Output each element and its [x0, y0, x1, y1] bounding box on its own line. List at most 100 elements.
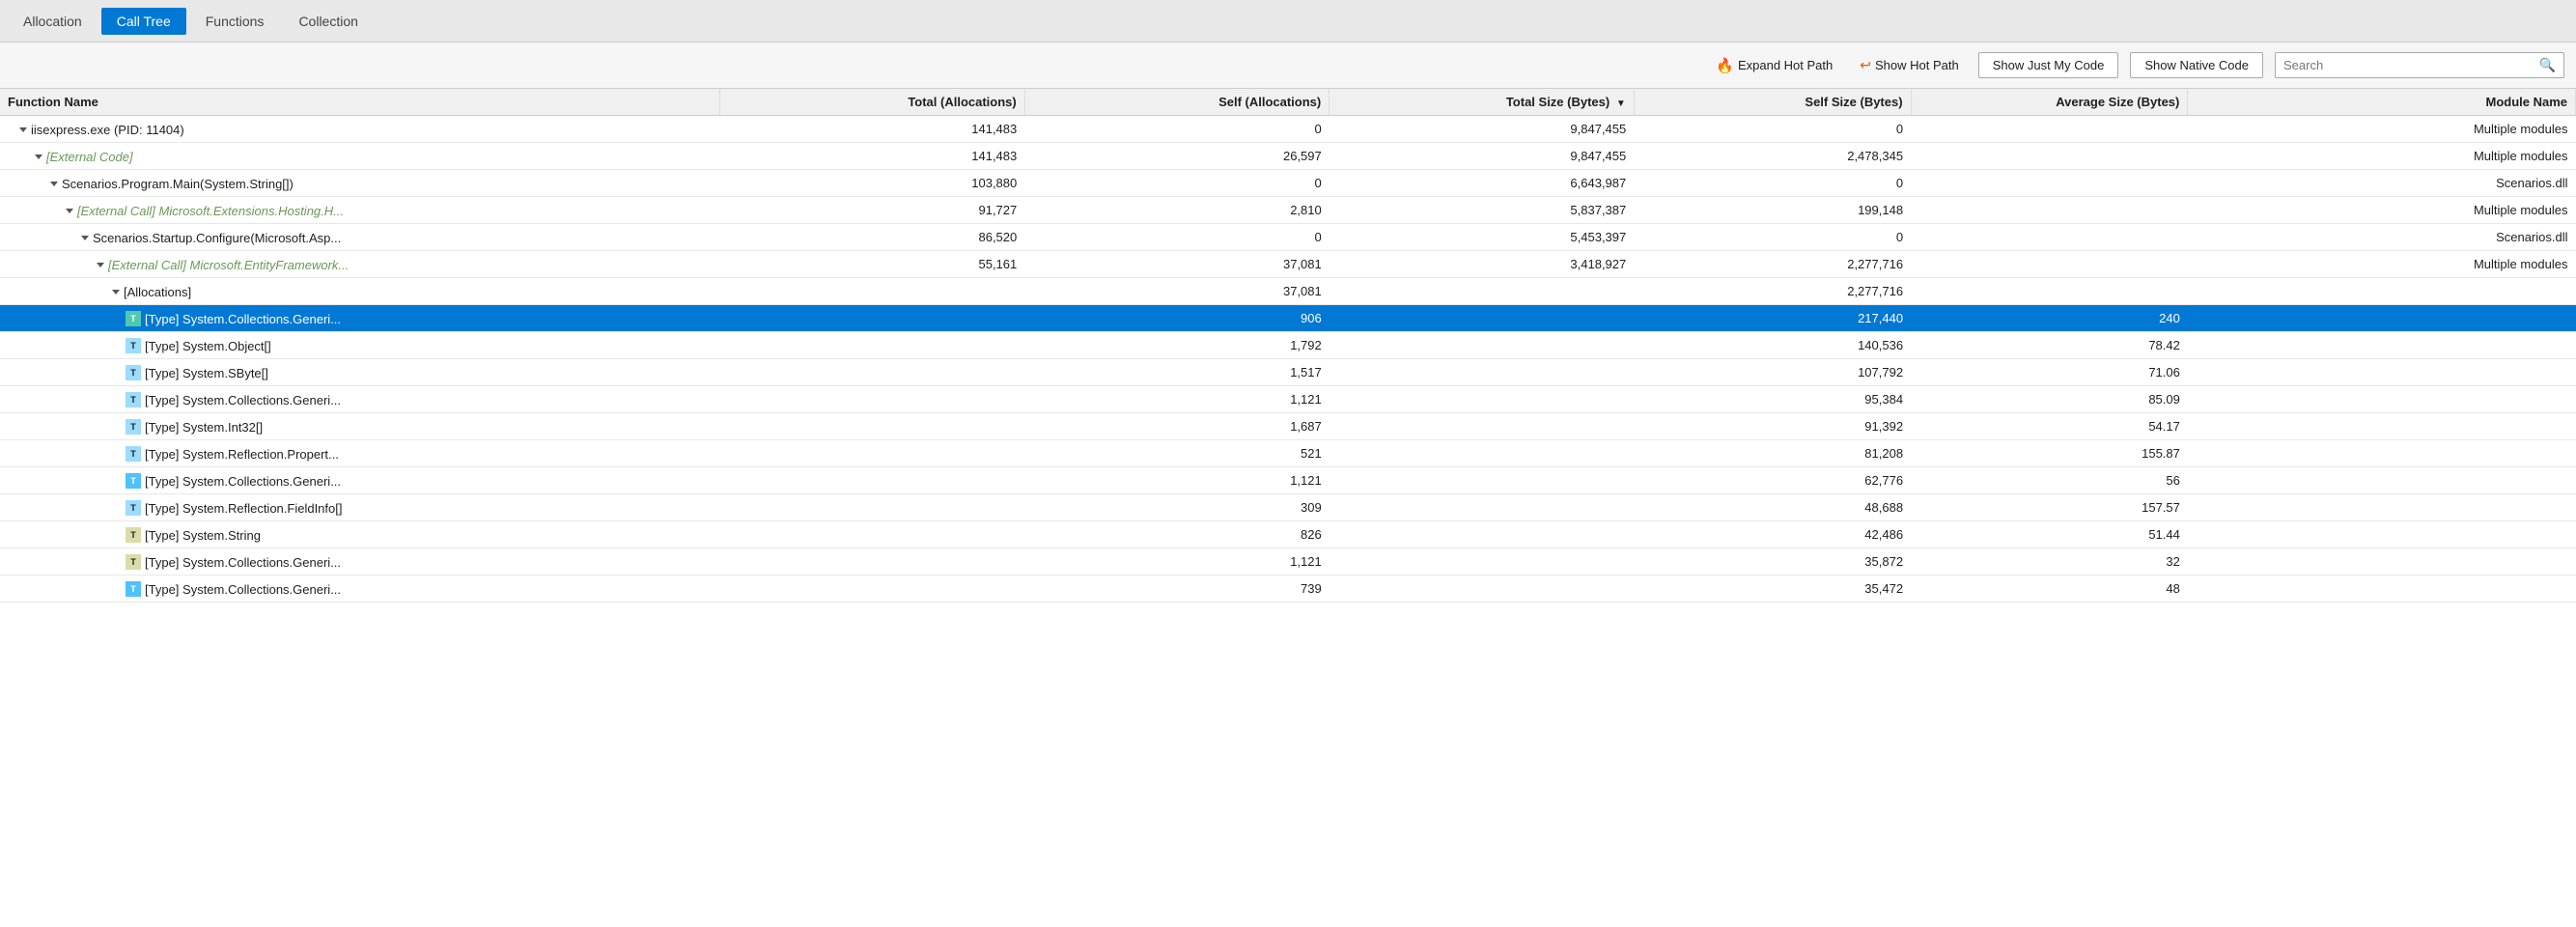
cell-total_size: 5,453,397: [1330, 224, 1635, 251]
function-label: [Type] System.Object[]: [145, 339, 271, 353]
cell-total_size: [1330, 576, 1635, 603]
table-row[interactable]: [External Code] 141,48326,5979,847,4552,…: [0, 143, 2576, 170]
col-header-total-size[interactable]: Total Size (Bytes) ▼: [1330, 89, 1635, 116]
table-row[interactable]: T[Type] System.Collections.Generi...7393…: [0, 576, 2576, 603]
table-row[interactable]: T[Type] System.Object[]1,792140,53678.42: [0, 332, 2576, 359]
cell-total_alloc: [720, 467, 1025, 494]
table-row[interactable]: T[Type] System.Collections.Generi...1,12…: [0, 386, 2576, 413]
col-header-module[interactable]: Module Name: [2188, 89, 2576, 116]
cell-total_size: [1330, 332, 1635, 359]
cell-total_size: [1330, 359, 1635, 386]
search-box[interactable]: 🔍: [2275, 52, 2564, 78]
function-label: [Allocations]: [124, 285, 191, 299]
tab-call-tree[interactable]: Call Tree: [101, 8, 186, 35]
fire-icon: 🔥: [1716, 57, 1734, 74]
cell-self_alloc: 309: [1024, 494, 1330, 521]
expand-toggle[interactable]: [External Call] Microsoft.EntityFramewor…: [97, 258, 349, 272]
search-icon[interactable]: 🔍: [2539, 57, 2556, 73]
cell-module: Multiple modules: [2188, 197, 2576, 224]
show-just-my-code-button[interactable]: Show Just My Code: [1978, 52, 2119, 78]
function-label: [Type] System.Reflection.Propert...: [145, 447, 339, 462]
function-label: [Type] System.Collections.Generi...: [145, 555, 341, 570]
table-row[interactable]: T [Type] System.Collections.Generi... 1,12…: [0, 548, 2576, 576]
cell-total_size: [1330, 521, 1635, 548]
cell-self_alloc: 1,121: [1024, 548, 1330, 576]
type-icon: T: [126, 419, 141, 435]
cell-self_size: 48,688: [1634, 494, 1911, 521]
cell-self_alloc: 37,081: [1024, 278, 1330, 305]
cell-self_size: 62,776: [1634, 467, 1911, 494]
cell-module: [2188, 413, 2576, 440]
cell-self_size: 42,486: [1634, 521, 1911, 548]
expand-toggle[interactable]: Scenarios.Program.Main(System.String[]): [50, 177, 294, 191]
type-cell: T[Type] System.Collections.Generi...: [126, 392, 341, 407]
show-hot-path-label: Show Hot Path: [1875, 58, 1959, 72]
col-header-function[interactable]: Function Name: [0, 89, 720, 116]
table-row[interactable]: T[Type] System.Collections.Generi...1,12…: [0, 467, 2576, 494]
table-row[interactable]: T[Type] System.Reflection.Propert...5218…: [0, 440, 2576, 467]
table-row[interactable]: T[Type] System.String82642,48651.44: [0, 521, 2576, 548]
col-header-self-alloc[interactable]: Self (Allocations): [1024, 89, 1330, 116]
cell-avg_size: 78.42: [1911, 332, 2188, 359]
cell-total_size: [1330, 386, 1635, 413]
cell-module: [2188, 576, 2576, 603]
cell-total_size: [1330, 440, 1635, 467]
cell-self_size: 107,792: [1634, 359, 1911, 386]
external-code-label: [External Code]: [46, 150, 133, 164]
cell-avg_size: 157.57: [1911, 494, 2188, 521]
cell-self_size: 81,208: [1634, 440, 1911, 467]
cell-self_alloc: 1,687: [1024, 413, 1330, 440]
cell-self_size: 140,536: [1634, 332, 1911, 359]
cell-total_alloc: [720, 413, 1025, 440]
table-row[interactable]: Scenarios.Startup.Configure(Microsoft.As…: [0, 224, 2576, 251]
table-row[interactable]: Scenarios.Program.Main(System.String[]) …: [0, 170, 2576, 197]
function-label: [Type] System.Collections.Generi...: [145, 474, 341, 489]
cell-self_alloc: 1,517: [1024, 359, 1330, 386]
function-label: [Type] System.SByte[]: [145, 366, 268, 380]
table-row[interactable]: iisexpress.exe (PID: 11404) 141,48309,84…: [0, 116, 2576, 143]
show-hot-path-button[interactable]: ↩ Show Hot Path: [1852, 53, 1966, 77]
function-label: [Type] System.String: [145, 528, 261, 543]
show-native-code-button[interactable]: Show Native Code: [2130, 52, 2263, 78]
cell-total_size: 5,837,387: [1330, 197, 1635, 224]
type-icon: T: [126, 554, 141, 570]
expand-triangle: [35, 154, 42, 159]
cell-avg_size: 85.09: [1911, 386, 2188, 413]
expand-hot-path-button[interactable]: 🔥 Expand Hot Path: [1708, 53, 1840, 78]
cell-self_alloc: 1,792: [1024, 332, 1330, 359]
col-header-self-size[interactable]: Self Size (Bytes): [1634, 89, 1911, 116]
tab-functions[interactable]: Functions: [190, 8, 280, 35]
col-header-avg-size[interactable]: Average Size (Bytes): [1911, 89, 2188, 116]
table-row[interactable]: T[Type] System.Collections.Generi...9062…: [0, 305, 2576, 332]
table-row[interactable]: [External Call] Microsoft.Extensions.Hos…: [0, 197, 2576, 224]
expand-toggle[interactable]: iisexpress.exe (PID: 11404): [19, 123, 184, 137]
table-row[interactable]: [Allocations] 37,0812,277,716: [0, 278, 2576, 305]
cell-avg_size: [1911, 197, 2188, 224]
table-row[interactable]: [External Call] Microsoft.EntityFramewor…: [0, 251, 2576, 278]
cell-total_alloc: 141,483: [720, 143, 1025, 170]
expand-toggle[interactable]: [Allocations]: [112, 285, 191, 299]
cell-total_alloc: [720, 521, 1025, 548]
expand-toggle[interactable]: [External Call] Microsoft.Extensions.Hos…: [66, 204, 344, 218]
type-icon: T: [126, 446, 141, 462]
table-row[interactable]: T[Type] System.SByte[]1,517107,79271.06: [0, 359, 2576, 386]
cell-module: Multiple modules: [2188, 116, 2576, 143]
cell-total_alloc: 103,880: [720, 170, 1025, 197]
cell-self_alloc: 37,081: [1024, 251, 1330, 278]
search-input[interactable]: [2283, 58, 2539, 72]
expand-toggle[interactable]: Scenarios.Startup.Configure(Microsoft.As…: [81, 231, 341, 245]
tab-collection[interactable]: Collection: [283, 8, 373, 35]
col-header-total-alloc[interactable]: Total (Allocations): [720, 89, 1025, 116]
cell-self_size: 199,148: [1634, 197, 1911, 224]
external-code-label: [External Call] Microsoft.EntityFramewor…: [108, 258, 349, 272]
cell-total_size: 6,643,987: [1330, 170, 1635, 197]
table-row[interactable]: T[Type] System.Reflection.FieldInfo[]309…: [0, 494, 2576, 521]
external-code-label: [External Call] Microsoft.Extensions.Hos…: [77, 204, 344, 218]
expand-toggle[interactable]: [External Code]: [35, 150, 133, 164]
cell-module: Scenarios.dll: [2188, 224, 2576, 251]
cell-total_alloc: 55,161: [720, 251, 1025, 278]
type-icon: T: [126, 365, 141, 380]
tab-allocation[interactable]: Allocation: [8, 8, 98, 35]
table-row[interactable]: T[Type] System.Int32[]1,68791,39254.17: [0, 413, 2576, 440]
cell-total_size: 3,418,927: [1330, 251, 1635, 278]
